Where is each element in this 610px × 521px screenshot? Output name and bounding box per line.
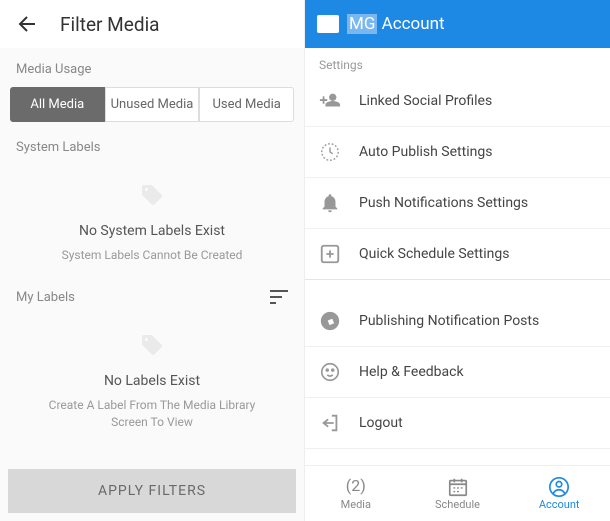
media-usage-tabs: All Media Unused Media Used Media [0, 87, 304, 122]
setting-publishing-posts[interactable]: Publishing Notification Posts [305, 296, 610, 347]
nav-label: Schedule [435, 498, 480, 511]
nav-account[interactable]: Account [508, 466, 610, 521]
setting-linked-profiles[interactable]: Linked Social Profiles [305, 76, 610, 127]
filter-media-panel: Filter Media Media Usage All Media Unuse… [0, 0, 305, 521]
menu-icon[interactable] [317, 15, 339, 33]
nav-label: Media [341, 498, 371, 511]
my-labels-section: My Labels No Labels Exist Create A Label… [0, 272, 304, 439]
left-header: Filter Media [0, 0, 304, 48]
setting-label: Quick Schedule Settings [359, 246, 509, 262]
setting-label: Push Notifications Settings [359, 195, 528, 211]
account-title: MG Account [347, 14, 445, 34]
bottom-nav: (2) Media Schedule Account [305, 465, 610, 521]
tag-icon [140, 333, 164, 357]
compass-icon [319, 310, 341, 332]
account-icon [548, 476, 570, 496]
autopublish-icon [319, 141, 341, 163]
logout-icon [319, 412, 341, 434]
nav-media[interactable]: (2) Media [305, 466, 407, 521]
my-labels-title: My Labels [16, 290, 75, 305]
my-labels-empty-subtitle: Create A Label From The Media Library Sc… [36, 397, 268, 431]
tab-used-media[interactable]: Used Media [199, 87, 294, 122]
system-labels-empty-subtitle: System Labels Cannot Be Created [36, 247, 268, 264]
add-box-icon [319, 243, 341, 265]
system-labels-empty-title: No System Labels Exist [36, 223, 268, 239]
nav-schedule[interactable]: Schedule [407, 466, 509, 521]
setting-help-feedback[interactable]: Help & Feedback [305, 347, 610, 398]
system-labels-section: System Labels No System Labels Exist Sys… [0, 122, 304, 272]
sort-icon[interactable] [270, 290, 288, 304]
tab-unused-media[interactable]: Unused Media [105, 87, 200, 122]
right-header: MG Account [305, 0, 610, 48]
system-labels-empty: No System Labels Exist System Labels Can… [16, 165, 288, 272]
system-labels-title: System Labels [16, 140, 101, 155]
setting-logout[interactable]: Logout [305, 398, 610, 449]
setting-label: Linked Social Profiles [359, 93, 492, 109]
my-labels-empty-title: No Labels Exist [36, 373, 268, 389]
media-count-icon: (2) [345, 476, 367, 496]
back-arrow-icon[interactable] [16, 12, 40, 36]
apply-filters-button[interactable]: APPLY FILTERS [8, 469, 296, 513]
bell-icon [319, 192, 341, 214]
account-panel: MG Account Settings Linked Social Profil… [305, 0, 610, 521]
setting-label: Publishing Notification Posts [359, 313, 539, 329]
person-add-icon [319, 90, 341, 112]
calendar-icon [447, 476, 469, 496]
face-icon [319, 361, 341, 383]
my-labels-empty: No Labels Exist Create A Label From The … [16, 315, 288, 439]
setting-quick-schedule[interactable]: Quick Schedule Settings [305, 229, 610, 280]
setting-auto-publish[interactable]: Auto Publish Settings [305, 127, 610, 178]
setting-label: Help & Feedback [359, 364, 464, 380]
settings-label: Settings [305, 48, 610, 76]
setting-push-notifications[interactable]: Push Notifications Settings [305, 178, 610, 229]
settings-list: Linked Social Profiles Auto Publish Sett… [305, 76, 610, 465]
media-usage-label: Media Usage [0, 48, 304, 87]
setting-label: Auto Publish Settings [359, 144, 492, 160]
tag-icon [140, 183, 164, 207]
nav-label: Account [539, 498, 580, 511]
setting-label: Logout [359, 415, 403, 431]
page-title: Filter Media [60, 13, 160, 36]
tab-all-media[interactable]: All Media [10, 87, 105, 122]
